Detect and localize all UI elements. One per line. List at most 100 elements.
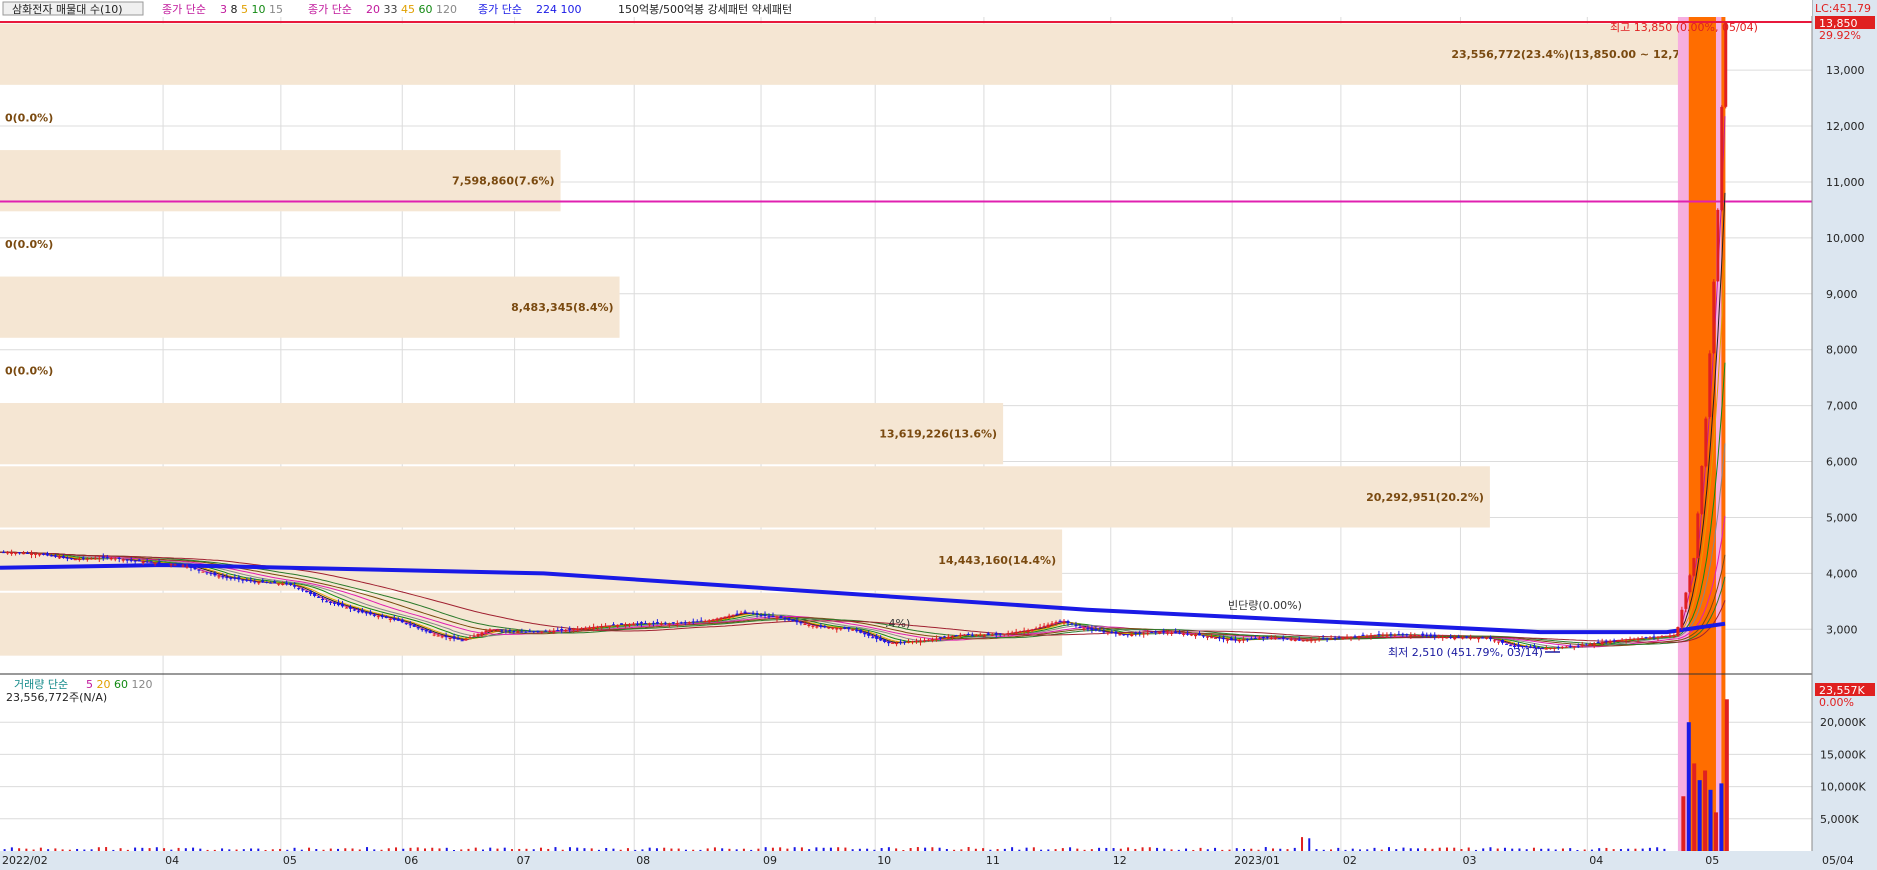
legend-period: 15: [269, 3, 283, 16]
candle-body: [1134, 632, 1138, 634]
candle-body: [1034, 628, 1038, 630]
volume-bar: [148, 848, 151, 851]
candle-body: [241, 579, 245, 581]
candle-body: [1596, 642, 1600, 644]
candle-body: [1050, 623, 1054, 626]
candle-body: [799, 622, 803, 624]
candle-body: [627, 624, 631, 626]
candle-body: [81, 557, 85, 559]
candle-body: [863, 632, 867, 635]
candle-body: [1194, 634, 1198, 637]
candle-body: [396, 618, 400, 621]
candle-body: [1126, 634, 1130, 636]
volume-bar: [670, 848, 673, 851]
volume-bar: [286, 849, 289, 851]
volume-bar: [728, 848, 731, 851]
candle-body: [815, 626, 819, 628]
candle-body: [372, 614, 376, 616]
volume-bar: [170, 849, 173, 851]
candle-body: [368, 611, 372, 615]
volume-legend-label: 거래량 단순: [14, 678, 68, 691]
volume-bar: [597, 849, 600, 851]
legend-period: 100: [561, 3, 582, 16]
candle-body: [1624, 639, 1628, 641]
candle-body: [911, 641, 915, 643]
candle-body: [1106, 632, 1110, 634]
candle-body: [165, 563, 169, 565]
candle-body: [97, 558, 101, 560]
candle-body: [157, 561, 161, 564]
candle-body: [1568, 646, 1572, 648]
candle-body: [1186, 633, 1190, 635]
candle-body: [859, 629, 863, 633]
volume-bar: [1460, 849, 1463, 851]
candle-body: [1213, 637, 1217, 639]
candle-body: [1672, 635, 1676, 637]
candle-body: [811, 625, 815, 627]
candle-body: [803, 624, 807, 626]
volume-bar: [945, 848, 948, 851]
candle-body: [400, 619, 404, 623]
price-tick-label: 5,000: [1826, 511, 1858, 524]
candle-body: [273, 581, 277, 584]
candle-body: [528, 631, 532, 633]
candle-body: [655, 622, 659, 624]
candle-body: [600, 626, 604, 628]
volume-bar: [1170, 849, 1173, 851]
candle-body: [843, 627, 847, 629]
volume-bar: [880, 848, 883, 851]
candle-body: [711, 619, 715, 622]
candle-body: [950, 636, 954, 638]
candle-body: [707, 620, 711, 623]
volume-bar: [1590, 849, 1593, 851]
legend-period: 3: [220, 3, 231, 16]
volume-bar: [416, 847, 419, 851]
legend-period: 20: [366, 3, 384, 16]
candle-body: [1489, 637, 1493, 640]
candle-body: [484, 630, 488, 633]
candle-body: [1198, 633, 1202, 636]
volume-bar: [634, 849, 637, 851]
volume-bar: [1112, 848, 1115, 851]
candle-body: [1090, 627, 1094, 630]
candle-body: [855, 629, 859, 632]
candle-body: [1652, 636, 1656, 638]
candle-body: [1078, 627, 1082, 629]
volume-bar: [692, 849, 695, 851]
candle-body: [691, 621, 695, 623]
volume-bar: [1119, 848, 1122, 851]
high-annotation: 최고 13,850 (0.00%, 05/04): [1610, 21, 1758, 34]
volume-bar: [18, 848, 21, 851]
volume-bar: [1250, 848, 1253, 851]
volume-bar: [1018, 849, 1021, 851]
candle-body: [225, 577, 229, 579]
volume-bar: [1148, 847, 1151, 851]
volume-bar: [757, 848, 760, 851]
price-tick-label: 4,000: [1826, 567, 1858, 580]
volume-tick-label: 20,000K: [1820, 716, 1866, 729]
candle-body: [2, 552, 6, 554]
volume-bar: [1206, 849, 1209, 851]
candle-body: [428, 630, 432, 634]
candle-body: [608, 625, 612, 628]
candle-body: [1664, 635, 1668, 637]
candle-body: [1608, 640, 1612, 644]
candle-body: [512, 630, 516, 632]
volume-bar: [1330, 849, 1333, 851]
candle-body: [1564, 646, 1568, 648]
candle-body: [1102, 631, 1106, 633]
stock-chart[interactable]: 23,556,772(23.4%)(13,850.00 ~ 12,719.00)…: [0, 0, 1877, 870]
candle-body: [376, 616, 380, 618]
candle-body: [747, 612, 751, 614]
candle-body: [899, 641, 903, 643]
candle-body: [588, 627, 592, 630]
candle-body: [771, 615, 775, 618]
candle-body: [269, 582, 273, 584]
ma-label-2: 종가 단순: [308, 3, 352, 16]
candle-body: [1401, 633, 1405, 635]
volume-profile-label: 14,443,160(14.4%): [938, 554, 1056, 567]
volume-bar: [1511, 848, 1514, 851]
candle-body: [1098, 630, 1102, 632]
legend-period: 5: [241, 3, 252, 16]
candle-body: [1385, 634, 1389, 637]
